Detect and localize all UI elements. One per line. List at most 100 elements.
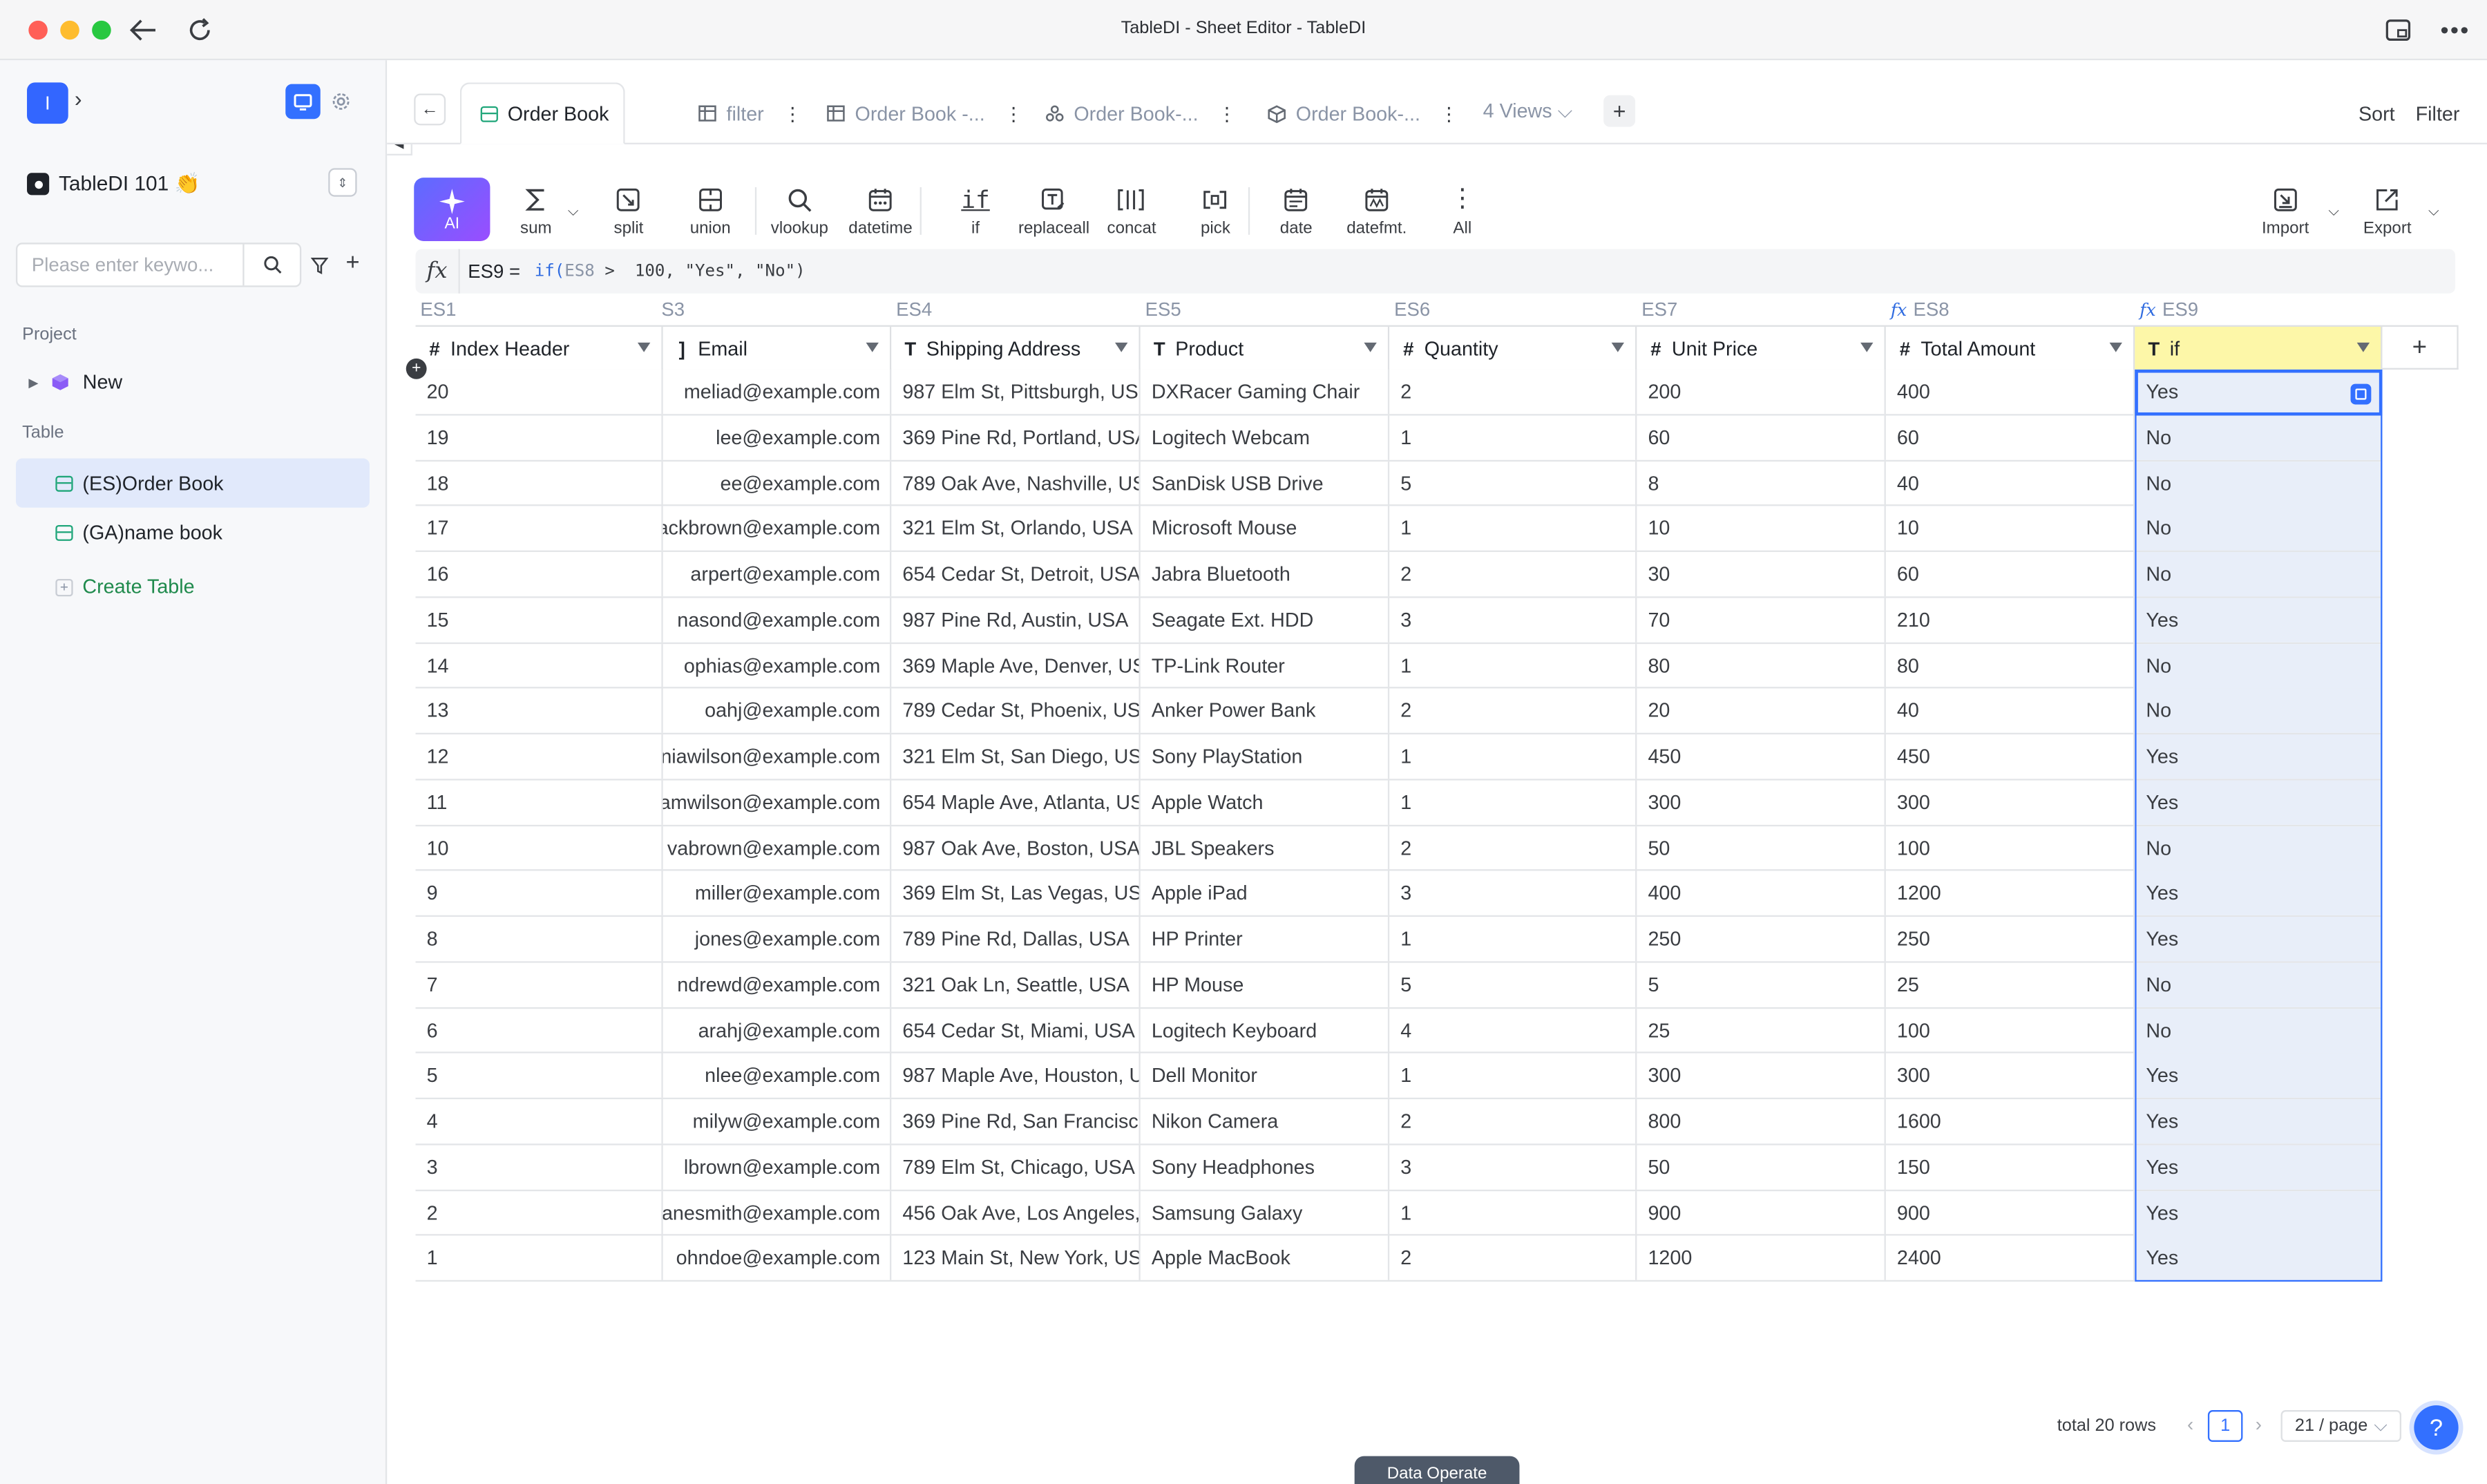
table-cell[interactable]: No bbox=[2135, 643, 2383, 688]
table-cell[interactable]: 1 bbox=[1389, 1190, 1637, 1235]
table-cell[interactable]: 789 Pine Rd, Dallas, USA bbox=[891, 917, 1141, 962]
expand-cell-icon[interactable] bbox=[2350, 383, 2372, 405]
close-window-button[interactable] bbox=[28, 20, 48, 40]
tab-order-book-chart[interactable]: Order Book-... ⋮ bbox=[1045, 82, 1237, 144]
table-cell[interactable]: Apple MacBook bbox=[1141, 1236, 1390, 1281]
table-cell[interactable]: HP Printer bbox=[1141, 917, 1390, 962]
table-cell[interactable]: Yes bbox=[2135, 1190, 2383, 1235]
back-button[interactable]: ← bbox=[414, 93, 446, 126]
column-menu-caret-icon[interactable] bbox=[866, 342, 879, 352]
table-cell[interactable]: 1200 bbox=[1886, 871, 2135, 916]
table-cell[interactable]: 80 bbox=[1637, 643, 1886, 688]
table-cell[interactable]: niawilson@example.com bbox=[663, 734, 892, 779]
table-cell[interactable]: 1200 bbox=[1637, 1236, 1886, 1281]
table-cell[interactable]: No bbox=[2135, 415, 2383, 460]
table-cell[interactable]: 2 bbox=[1389, 551, 1637, 597]
tab-order-book-grid[interactable]: Order Book -... ⋮ bbox=[826, 82, 1023, 144]
column-header[interactable]: T Product bbox=[1140, 326, 1390, 370]
back-arrow-icon[interactable] bbox=[127, 15, 159, 46]
import-chevron-down-icon[interactable]: ⌵ bbox=[2328, 203, 2339, 220]
table-cell[interactable]: Yes bbox=[2135, 597, 2383, 643]
table-cell[interactable]: 400 bbox=[1637, 871, 1886, 916]
datefmt-button[interactable]: datefmt. bbox=[1346, 184, 1407, 238]
column-menu-caret-icon[interactable] bbox=[1364, 342, 1377, 352]
column-header[interactable]: # Index Header bbox=[415, 326, 663, 370]
sum-button[interactable]: sum bbox=[520, 184, 552, 238]
help-button[interactable]: ? bbox=[2414, 1405, 2459, 1450]
date-button[interactable]: date bbox=[1280, 184, 1313, 238]
table-cell[interactable]: 987 Elm St, Pittsburgh, US bbox=[891, 369, 1141, 415]
table-cell[interactable]: 369 Elm St, Las Vegas, US bbox=[891, 871, 1141, 916]
table-cell[interactable]: Seagate Ext. HDD bbox=[1141, 597, 1390, 643]
column-header[interactable]: T Shipping Address bbox=[891, 326, 1141, 370]
column-header[interactable]: Tif bbox=[2135, 326, 2383, 370]
table-cell[interactable]: 321 Elm St, San Diego, US bbox=[891, 734, 1141, 779]
table-cell[interactable]: 1 bbox=[1389, 780, 1637, 825]
table-cell[interactable]: Logitech Keyboard bbox=[1141, 1008, 1390, 1053]
table-cell[interactable]: Yes bbox=[2135, 780, 2383, 825]
page-size-select[interactable]: 21 / page ⌵ bbox=[2280, 1410, 2401, 1442]
workspace-selector[interactable]: TableDI 101 👏 bbox=[27, 171, 200, 197]
table-cell[interactable]: No bbox=[2135, 506, 2383, 551]
table-cell[interactable]: meliad@example.com bbox=[663, 369, 892, 415]
tab-menu-icon[interactable]: ⋮ bbox=[1217, 102, 1237, 124]
table-cell[interactable]: 321 Elm St, Orlando, USA bbox=[891, 506, 1141, 551]
table-cell[interactable]: 7 bbox=[416, 962, 663, 1007]
table-cell[interactable]: 3 bbox=[1389, 597, 1637, 643]
replaceall-button[interactable]: replaceall bbox=[1018, 184, 1089, 238]
search-input[interactable] bbox=[17, 244, 243, 286]
sidebar-table-name-book[interactable]: (GA)name book bbox=[16, 508, 370, 557]
table-cell[interactable]: lbrown@example.com bbox=[663, 1145, 892, 1190]
table-cell[interactable]: 300 bbox=[1637, 1054, 1886, 1098]
tab-menu-icon[interactable]: ⋮ bbox=[783, 102, 802, 124]
table-cell[interactable]: Yes bbox=[2135, 734, 2383, 779]
workspace-switch-icon[interactable]: ⇕ bbox=[328, 168, 357, 197]
column-menu-caret-icon[interactable] bbox=[1611, 342, 1625, 352]
table-cell[interactable]: 15 bbox=[416, 597, 663, 643]
table-cell[interactable]: Samsung Galaxy bbox=[1141, 1190, 1390, 1235]
table-cell[interactable]: 400 bbox=[1886, 369, 2135, 415]
add-row-icon[interactable]: + bbox=[406, 358, 427, 379]
table-cell[interactable]: miller@example.com bbox=[663, 871, 892, 916]
table-cell[interactable]: 1 bbox=[1389, 415, 1637, 460]
table-cell[interactable]: Yes bbox=[2135, 1145, 2383, 1190]
table-cell[interactable]: 9 bbox=[416, 871, 663, 916]
add-icon[interactable]: + bbox=[346, 249, 360, 276]
table-cell[interactable]: Yes bbox=[2135, 369, 2383, 415]
table-cell[interactable]: 40 bbox=[1886, 688, 2135, 734]
table-cell[interactable]: 10 bbox=[1637, 506, 1886, 551]
table-cell[interactable]: 2 bbox=[416, 1190, 663, 1235]
table-cell[interactable]: 3 bbox=[1389, 871, 1637, 916]
table-cell[interactable]: 123 Main St, New York, US bbox=[891, 1236, 1141, 1281]
table-cell[interactable]: Logitech Webcam bbox=[1141, 415, 1390, 460]
table-cell[interactable]: 12 bbox=[416, 734, 663, 779]
table-cell[interactable]: 250 bbox=[1637, 917, 1886, 962]
table-cell[interactable]: 20 bbox=[1637, 688, 1886, 734]
table-cell[interactable]: 450 bbox=[1637, 734, 1886, 779]
table-cell[interactable]: 200 bbox=[1637, 369, 1886, 415]
datetime-button[interactable]: datetime bbox=[848, 184, 913, 238]
table-cell[interactable]: 8 bbox=[1637, 460, 1886, 506]
table-cell[interactable]: 18 bbox=[416, 460, 663, 506]
sidebar-table-order-book[interactable]: (ES)Order Book bbox=[15, 458, 370, 508]
table-cell[interactable]: 14 bbox=[416, 643, 663, 688]
column-header[interactable]: # Total Amount bbox=[1885, 326, 2135, 370]
table-cell[interactable]: 1 bbox=[1389, 1054, 1637, 1098]
table-cell[interactable]: Yes bbox=[2135, 1054, 2383, 1098]
filter-icon[interactable] bbox=[310, 254, 329, 282]
table-cell[interactable]: 10 bbox=[1886, 506, 2135, 551]
table-cell[interactable]: No bbox=[2135, 826, 2383, 871]
desktop-view-button[interactable] bbox=[285, 84, 321, 120]
table-cell[interactable]: 300 bbox=[1886, 1054, 2135, 1098]
table-cell[interactable]: 987 Pine Rd, Austin, USA bbox=[891, 597, 1141, 643]
column-menu-caret-icon[interactable] bbox=[637, 342, 651, 352]
table-cell[interactable]: 321 Oak Ln, Seattle, USA bbox=[891, 962, 1141, 1007]
table-cell[interactable]: Sony Headphones bbox=[1141, 1145, 1390, 1190]
add-view-button[interactable]: + bbox=[1603, 95, 1636, 127]
table-cell[interactable]: amwilson@example.com bbox=[663, 780, 892, 825]
filter-button[interactable]: Filter bbox=[2416, 103, 2460, 125]
views-dropdown[interactable]: 4 Views ⌵ bbox=[1483, 100, 1573, 124]
data-operate-button[interactable]: Data Operate bbox=[1354, 1456, 1520, 1484]
table-cell[interactable]: 100 bbox=[1886, 826, 2135, 871]
table-cell[interactable]: 1 bbox=[1389, 917, 1637, 962]
